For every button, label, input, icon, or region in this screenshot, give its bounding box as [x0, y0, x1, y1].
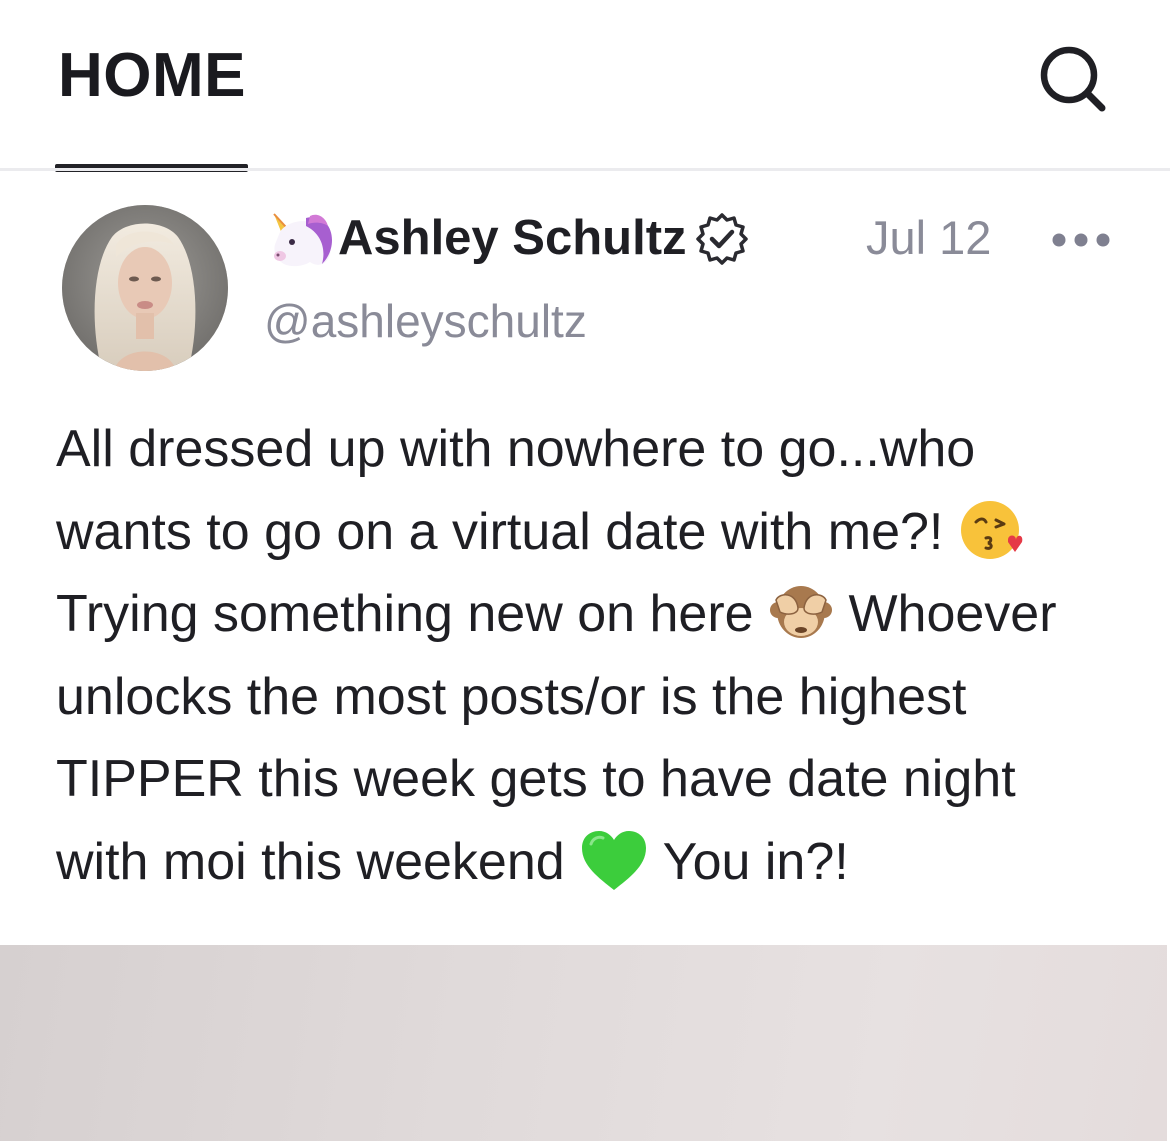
author-handle[interactable]: @ashleyschultz: [264, 294, 587, 348]
author-name-row[interactable]: Ashley Schultz: [266, 203, 749, 273]
top-bar: HOME: [0, 0, 1170, 172]
post-text-segment: wants to go on a virtual date with me?!: [56, 502, 944, 561]
post-text: All dressed up with nowhere to go...who …: [56, 408, 1126, 903]
post-text-segment: with moi this weekend: [56, 832, 565, 891]
post-text-line: All dressed up with nowhere to go...who: [56, 420, 976, 478]
post-text-line: TIPPER this week gets to have date night: [56, 750, 1016, 808]
avatar[interactable]: [62, 205, 228, 371]
search-button[interactable]: [1036, 42, 1110, 116]
search-icon: [1040, 46, 1106, 112]
header-divider: [0, 168, 1170, 171]
avatar-image: [62, 205, 228, 371]
post-text-line: with moi this weekend You in?!: [56, 821, 1126, 904]
unicorn-emoji: [273, 213, 332, 267]
post-date: Jul 12: [866, 211, 992, 264]
green-heart-emoji: [582, 830, 647, 890]
post-text-segment: You in?!: [662, 832, 849, 891]
more-options-button[interactable]: [1052, 226, 1110, 254]
author-display-name: Ashley Schultz: [338, 211, 687, 265]
post-text-line: wants to go on a virtual date with me?!: [56, 491, 1126, 574]
post-text-line: unlocks the most posts/or is the highest: [56, 667, 967, 726]
more-options-icon: [1052, 233, 1110, 247]
post-text-segment: Trying something new on here: [56, 585, 754, 643]
verified-badge-icon: [695, 213, 748, 265]
face-blowing-a-kiss-emoji: [960, 500, 1023, 559]
see-no-evil-monkey-emoji: [770, 586, 833, 639]
post-text-line: Trying something new on here Whoever: [56, 573, 1126, 656]
tab-home[interactable]: HOME: [58, 40, 246, 111]
post-text-segment: Whoever: [848, 585, 1057, 643]
post-image[interactable]: [0, 945, 1167, 1141]
